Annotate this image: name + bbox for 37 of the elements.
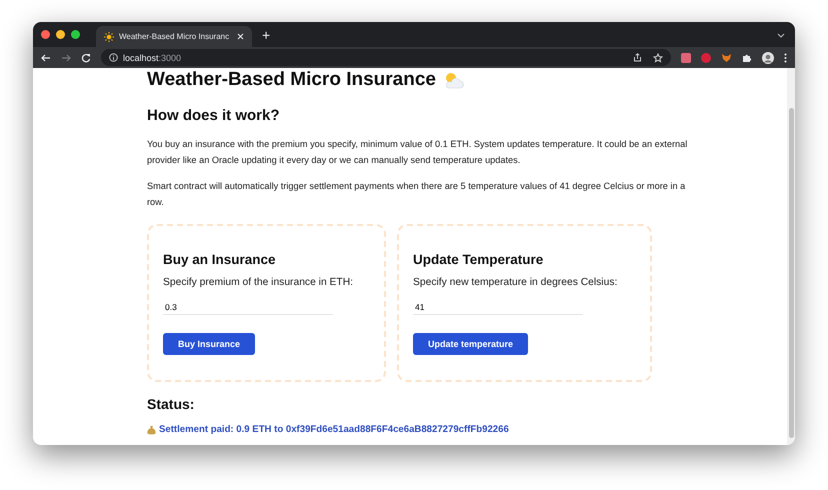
description-paragraph: You buy an insurance with the premium you specify, minimum value of 0.1 ETH. System updates temperature. It could be an external provider like an Oracle updating it every day or we can manually send temperature updates. bbox=[147, 138, 688, 167]
minimize-icon[interactable] bbox=[56, 30, 65, 39]
puzzle-icon[interactable] bbox=[742, 52, 752, 62]
tab-title: Weather-Based Micro Insuranc bbox=[119, 32, 230, 41]
share-icon[interactable] bbox=[633, 53, 642, 62]
submit-button[interactable]: Buy Insurance bbox=[163, 333, 256, 355]
close-icon[interactable] bbox=[237, 33, 244, 40]
new-tab-button[interactable]: + bbox=[258, 26, 274, 42]
money-bag-icon bbox=[147, 424, 156, 434]
fox-icon[interactable] bbox=[721, 52, 732, 62]
field-label: Specify premium of the insurance in ETH: bbox=[163, 277, 354, 288]
info-icon bbox=[109, 53, 118, 62]
menu-icon[interactable] bbox=[784, 52, 787, 62]
url-host: localhost bbox=[123, 52, 159, 62]
description-paragraph: Smart contract will automatically trigger settlement payments when there are 5 temperature values of 41 degree Celcius or more in a row. bbox=[147, 180, 686, 209]
chevron-down-icon[interactable] bbox=[777, 30, 785, 38]
scrollbar-thumb[interactable] bbox=[788, 108, 794, 438]
star-icon[interactable] bbox=[653, 52, 663, 62]
url-port: :3000 bbox=[158, 52, 182, 62]
avatar-icon[interactable] bbox=[762, 52, 774, 64]
scrollbar-track[interactable] bbox=[787, 68, 795, 445]
browser-tab[interactable]: Weather-Based Micro Insuranc bbox=[96, 26, 252, 47]
status-message: Settlement paid: 0.9 ETH to 0xf39Fd6e51aad88F6F4ce6aB8827279cffFb92266 bbox=[159, 424, 509, 435]
submit-button[interactable]: Update temperature bbox=[413, 333, 528, 355]
address-bar[interactable]: localhost:3000 bbox=[101, 49, 671, 66]
page-title: Weather-Based Micro Insurance bbox=[147, 69, 436, 91]
close-icon[interactable] bbox=[41, 30, 50, 39]
card-title: Update Temperature bbox=[413, 252, 544, 267]
field-label: Specify new temperature in degrees Celsius: bbox=[413, 277, 618, 288]
forward-icon[interactable] bbox=[61, 52, 71, 62]
status-heading: Status: bbox=[147, 396, 196, 412]
section-heading: How does it work? bbox=[147, 107, 281, 124]
sun-icon bbox=[104, 32, 114, 42]
back-icon[interactable] bbox=[41, 52, 51, 62]
maximize-icon[interactable] bbox=[71, 30, 80, 39]
reload-icon[interactable] bbox=[81, 52, 91, 62]
card-title: Buy an Insurance bbox=[163, 252, 277, 267]
